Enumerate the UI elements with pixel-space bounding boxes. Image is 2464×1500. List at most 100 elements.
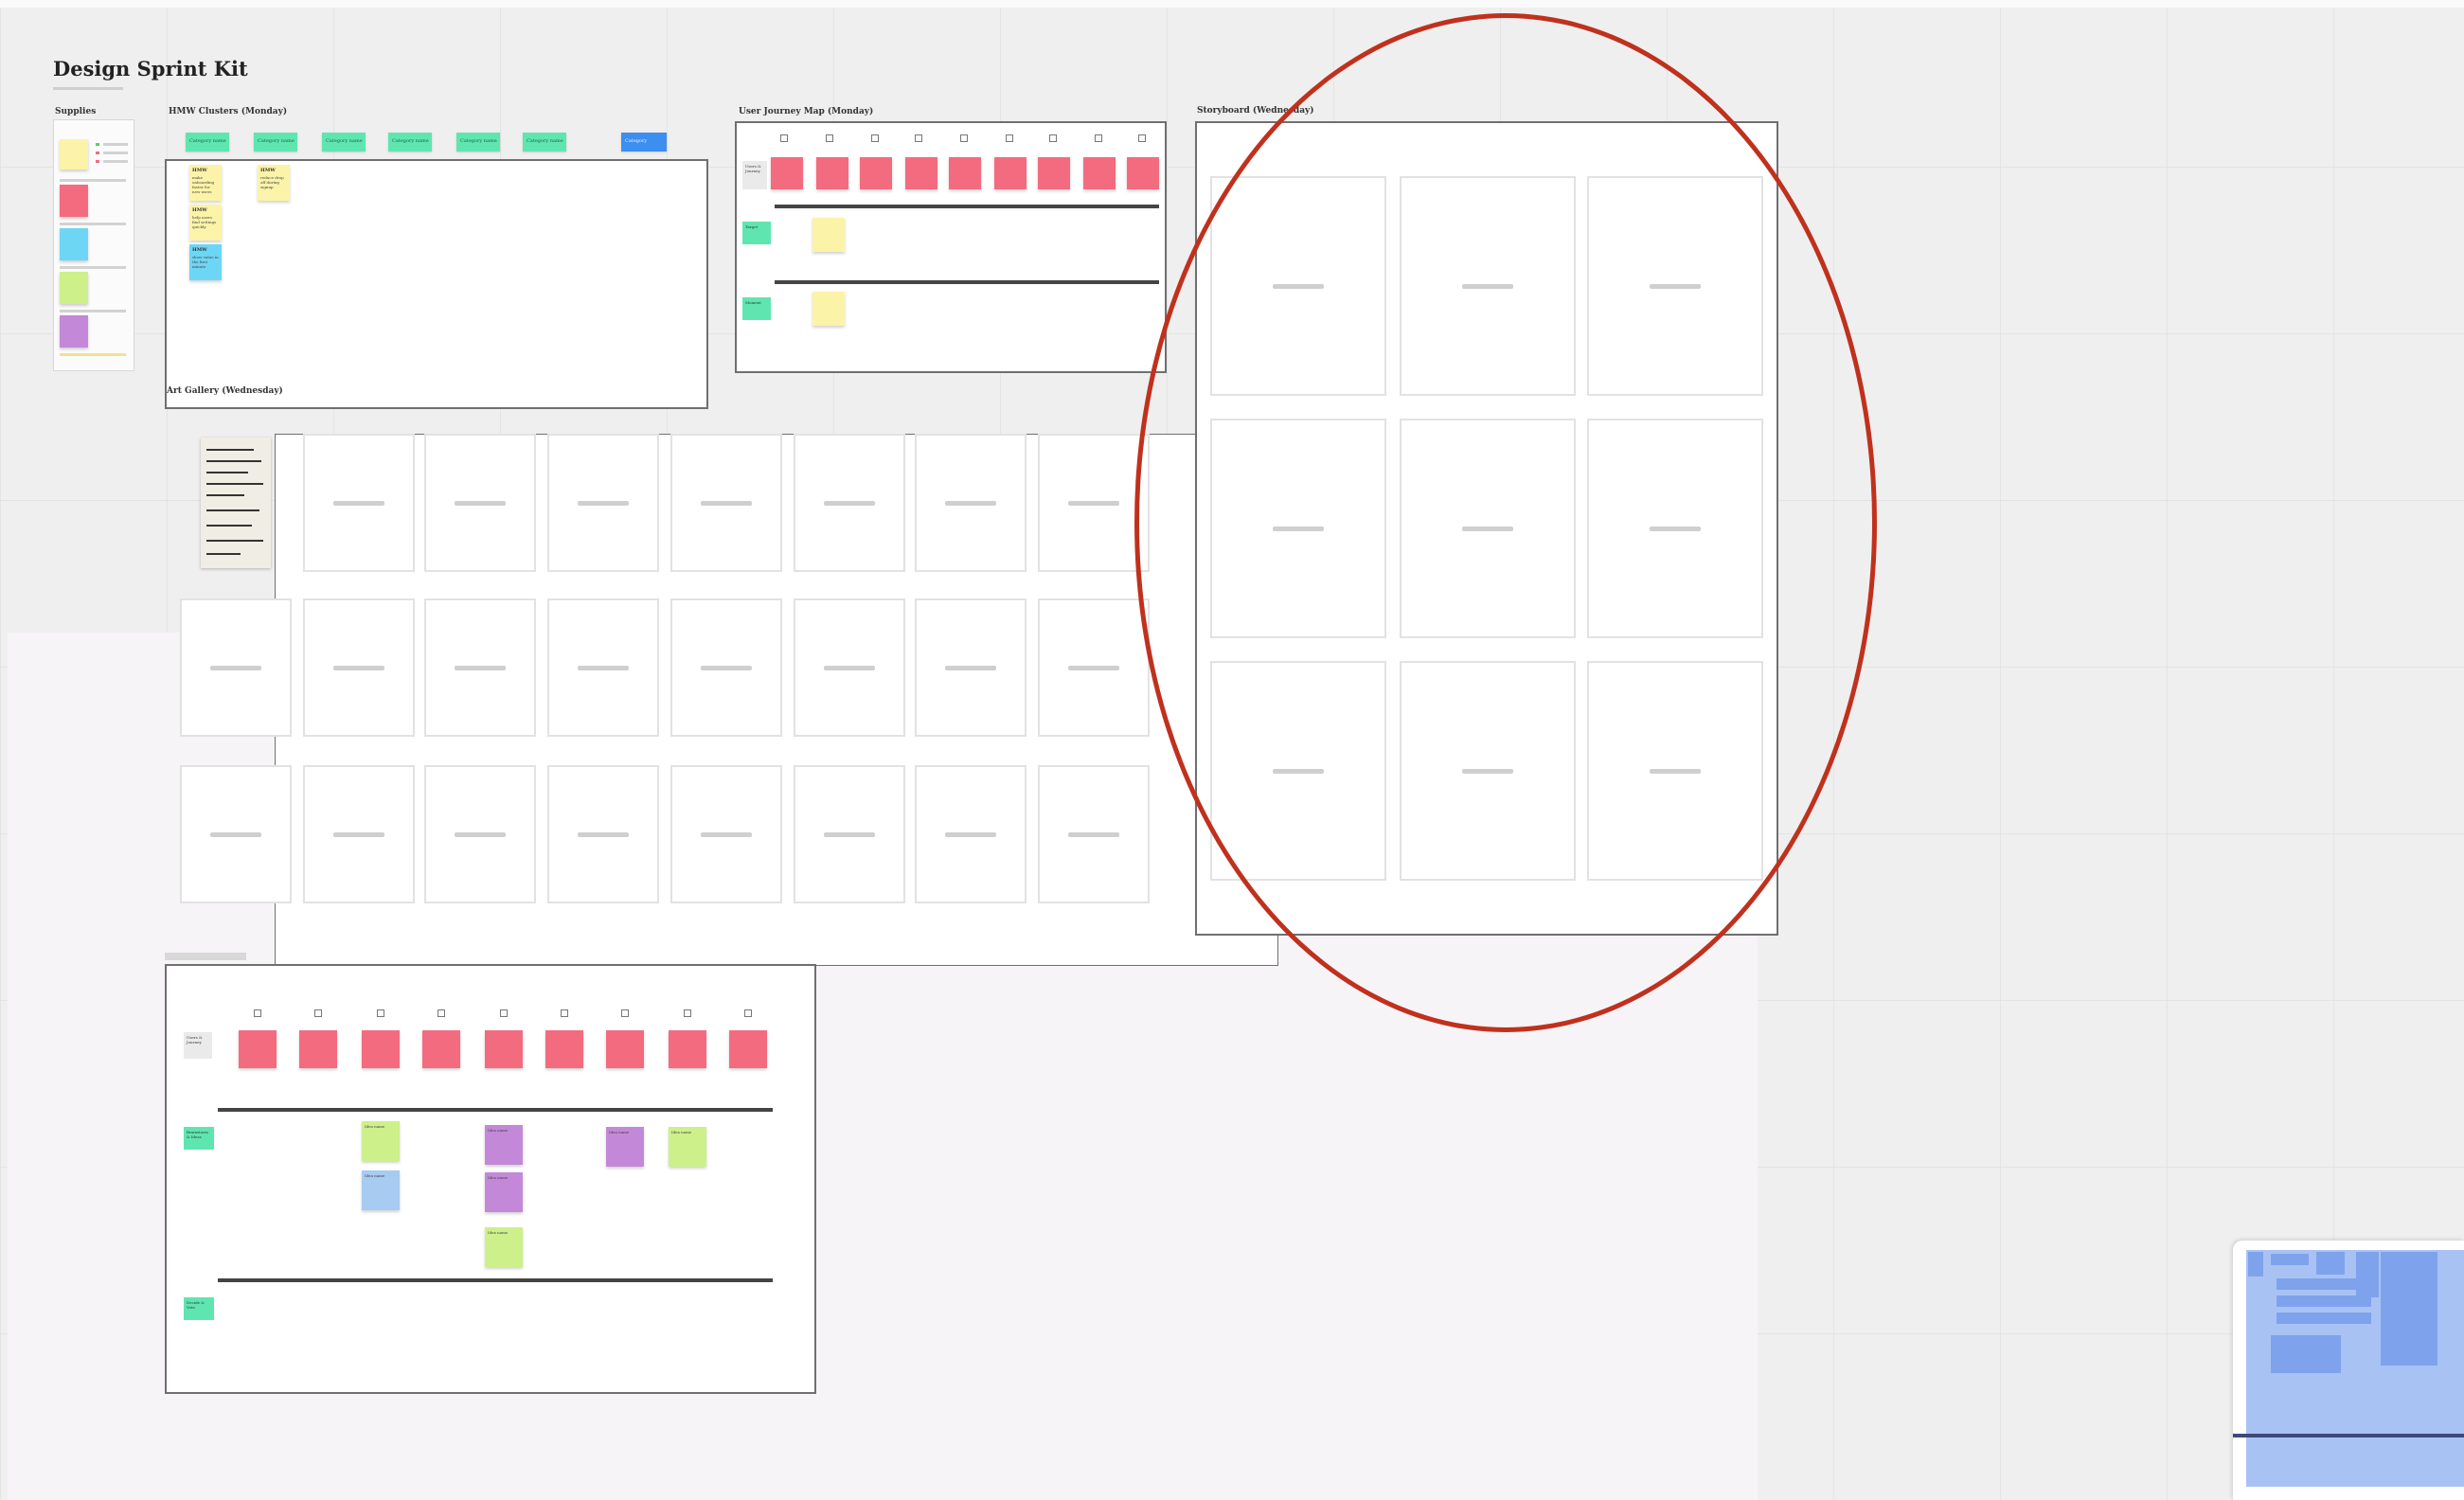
journey-checkbox[interactable] xyxy=(1006,134,1013,142)
journey-sticky-yellow[interactable] xyxy=(812,218,845,252)
journey-sticky-pink[interactable] xyxy=(1083,157,1116,189)
supplies-frame[interactable] xyxy=(53,119,134,371)
gallery-cell[interactable] xyxy=(670,434,782,572)
storyboard-frame[interactable] xyxy=(1195,121,1778,936)
brainstorm-checkbox[interactable] xyxy=(621,1009,629,1017)
storyboard-cell[interactable] xyxy=(1400,661,1576,881)
idea-sticky-green[interactable]: Idea name xyxy=(362,1121,400,1161)
brainstorm-sticky-pink[interactable] xyxy=(485,1030,523,1068)
gallery-cell[interactable] xyxy=(794,598,905,737)
brainstorm-sticky-pink[interactable] xyxy=(422,1030,460,1068)
hmw-blue-tag[interactable]: Category xyxy=(621,133,667,152)
hmw-sticky-3[interactable]: HMW help users find settings quickly xyxy=(189,205,222,241)
gallery-cell[interactable] xyxy=(1038,765,1150,903)
storyboard-cell[interactable] xyxy=(1400,176,1576,396)
journey-sticky-pink[interactable] xyxy=(905,157,937,189)
gallery-cell[interactable] xyxy=(794,434,905,572)
journey-sticky-pink[interactable] xyxy=(771,157,803,189)
journey-sticky-pink[interactable] xyxy=(816,157,848,189)
storyboard-cell[interactable] xyxy=(1587,176,1763,396)
journey-checkbox[interactable] xyxy=(1049,134,1057,142)
storyboard-cell[interactable] xyxy=(1587,419,1763,638)
brainstorm-sticky-pink[interactable] xyxy=(729,1030,767,1068)
storyboard-cell[interactable] xyxy=(1400,419,1576,638)
gallery-cell[interactable] xyxy=(670,765,782,903)
journey-checkbox[interactable] xyxy=(871,134,879,142)
journey-checkbox[interactable] xyxy=(1138,134,1146,142)
hmw-category-tag-3[interactable]: Category name xyxy=(322,133,366,152)
minimap[interactable] xyxy=(2233,1241,2464,1500)
idea-sticky-purple[interactable]: Idea name xyxy=(485,1172,523,1212)
hmw-clusters-frame[interactable]: HMW make onboarding faster for new users … xyxy=(165,159,708,409)
gallery-cell[interactable] xyxy=(424,765,536,903)
brainstorm-checkbox[interactable] xyxy=(744,1009,752,1017)
brainstorm-checkbox[interactable] xyxy=(377,1009,384,1017)
journey-checkbox[interactable] xyxy=(1095,134,1102,142)
supply-sticky-pink[interactable] xyxy=(60,185,88,217)
hmw-category-tag-6[interactable]: Category name xyxy=(523,133,566,152)
idea-sticky-purple[interactable]: Idea name xyxy=(606,1127,644,1167)
gallery-cell[interactable] xyxy=(915,598,1027,737)
brainstorm-sticky-pink[interactable] xyxy=(545,1030,583,1068)
gallery-cell[interactable] xyxy=(180,598,292,737)
hmw-category-tag-5[interactable]: Category name xyxy=(456,133,500,152)
brainstorm-checkbox[interactable] xyxy=(254,1009,261,1017)
journey-checkbox[interactable] xyxy=(960,134,968,142)
storyboard-cell[interactable] xyxy=(1210,419,1386,638)
user-journey-map-frame[interactable]: Users & Journey Target Moment xyxy=(735,121,1167,373)
gallery-cell[interactable] xyxy=(424,434,536,572)
brainstorm-checkbox[interactable] xyxy=(500,1009,508,1017)
gallery-cell[interactable] xyxy=(1038,434,1150,572)
storyboard-cell[interactable] xyxy=(1587,661,1763,881)
brainstorm-sticky-pink[interactable] xyxy=(669,1030,706,1068)
storyboard-cell[interactable] xyxy=(1210,176,1386,396)
brainstorm-sticky-pink[interactable] xyxy=(606,1030,644,1068)
gallery-cell[interactable] xyxy=(794,765,905,903)
brainstorm-sticky-pink[interactable] xyxy=(239,1030,277,1068)
brainstorm-sticky-pink[interactable] xyxy=(299,1030,337,1068)
gallery-cell[interactable] xyxy=(547,434,659,572)
gallery-cell[interactable] xyxy=(303,598,415,737)
supply-sticky-yellow[interactable] xyxy=(60,139,88,170)
journey-checkbox[interactable] xyxy=(915,134,922,142)
gallery-cell[interactable] xyxy=(303,434,415,572)
journey-checkbox[interactable] xyxy=(826,134,833,142)
gallery-cell[interactable] xyxy=(303,765,415,903)
hmw-category-tag-1[interactable]: Category name xyxy=(186,133,229,152)
journey-checkbox[interactable] xyxy=(780,134,788,142)
art-gallery-scroll-handle[interactable] xyxy=(165,953,246,960)
supply-sticky-green[interactable] xyxy=(60,272,88,304)
brainstorm-checkbox[interactable] xyxy=(314,1009,322,1017)
brainstorm-checkbox[interactable] xyxy=(684,1009,691,1017)
gallery-cell[interactable] xyxy=(547,765,659,903)
storyboard-cell[interactable] xyxy=(1210,661,1386,881)
hmw-sticky-2[interactable]: HMW reduce drop off during signup xyxy=(258,165,290,201)
brainstorm-checkbox[interactable] xyxy=(437,1009,445,1017)
hmw-sticky-1[interactable]: HMW make onboarding faster for new users xyxy=(189,165,222,201)
idea-sticky-green[interactable]: Idea name xyxy=(485,1227,523,1267)
gallery-cell[interactable] xyxy=(670,598,782,737)
gallery-cell[interactable] xyxy=(1038,598,1150,737)
hmw-sticky-4[interactable]: HMW show value in the first minute xyxy=(189,244,222,280)
journey-sticky-pink[interactable] xyxy=(1127,157,1159,189)
journey-sticky-pink[interactable] xyxy=(949,157,981,189)
brainstorm-frame[interactable]: Users & Journey Brainstorm & Ideas Idea … xyxy=(165,964,816,1394)
gallery-cell[interactable] xyxy=(180,765,292,903)
supply-sticky-cyan[interactable] xyxy=(60,228,88,260)
gallery-cell[interactable] xyxy=(915,765,1027,903)
journey-sticky-pink[interactable] xyxy=(860,157,892,189)
hmw-category-tag-4[interactable]: Category name xyxy=(388,133,432,152)
hmw-category-tag-2[interactable]: Category name xyxy=(254,133,297,152)
supply-sticky-purple[interactable] xyxy=(60,315,88,348)
idea-sticky-purple[interactable]: Idea name xyxy=(485,1125,523,1165)
gallery-cell[interactable] xyxy=(915,434,1027,572)
brainstorm-checkbox[interactable] xyxy=(561,1009,568,1017)
gallery-cell[interactable] xyxy=(424,598,536,737)
journey-sticky-yellow[interactable] xyxy=(812,292,845,326)
journey-sticky-pink[interactable] xyxy=(994,157,1027,189)
gallery-cell[interactable] xyxy=(547,598,659,737)
idea-sticky-lightblue[interactable]: Idea name xyxy=(362,1170,400,1210)
journey-sticky-pink[interactable] xyxy=(1038,157,1070,189)
brainstorm-sticky-pink[interactable] xyxy=(362,1030,400,1068)
idea-sticky-green[interactable]: Idea name xyxy=(669,1127,706,1167)
